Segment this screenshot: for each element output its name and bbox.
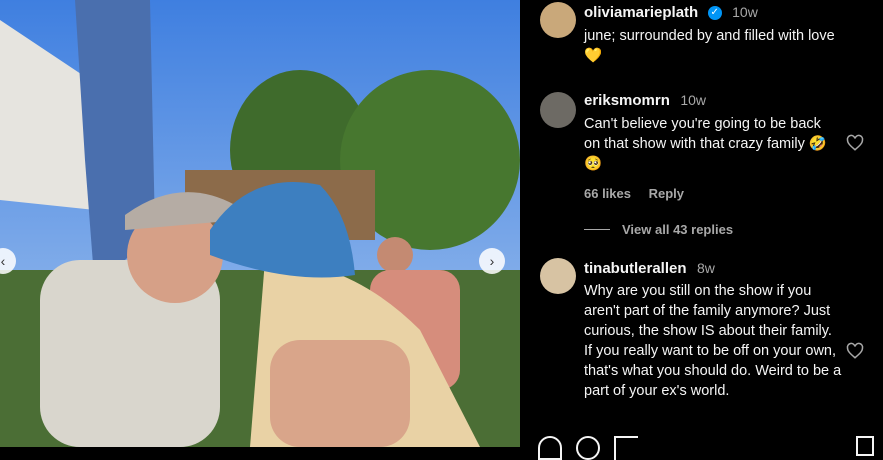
post-time: 10w xyxy=(732,4,758,20)
comment-text: Why are you still on the show if you are… xyxy=(584,283,842,399)
comment-bubble-icon[interactable] xyxy=(576,436,600,460)
comment-username[interactable]: tinabutlerallen xyxy=(584,260,687,277)
chevron-right-icon: › xyxy=(489,253,495,269)
heart-icon[interactable] xyxy=(846,134,864,152)
chevron-left-icon: ‹ xyxy=(0,253,6,269)
avatar[interactable] xyxy=(540,2,576,38)
yellow-heart-emoji: 💛 xyxy=(584,48,603,64)
comment-username[interactable]: eriksmomrn xyxy=(584,92,670,109)
photo-illustration xyxy=(0,0,520,447)
avatar[interactable] xyxy=(540,258,576,294)
share-paper-plane-icon[interactable] xyxy=(614,436,638,460)
comment-text: Can't believe you're going to be back on… xyxy=(584,116,827,172)
reply-button[interactable]: Reply xyxy=(649,186,684,201)
like-heart-icon[interactable] xyxy=(538,436,562,460)
post-caption: june; surrounded by and filled with love… xyxy=(584,28,835,64)
post-actions-bar xyxy=(538,436,638,460)
comments-panel: oliviamarieplath ✓ 10w june; surrounded … xyxy=(520,0,883,460)
post-caption-header: oliviamarieplath ✓ 10w xyxy=(584,4,758,22)
comment-header: eriksmomrn 10w xyxy=(584,92,706,110)
avatar[interactable] xyxy=(540,92,576,128)
post-author[interactable]: oliviamarieplath xyxy=(584,4,698,21)
comment-header: tinabutlerallen 8w xyxy=(584,260,715,278)
view-replies-button[interactable]: View all 43 replies xyxy=(584,222,733,237)
comment-time: 10w xyxy=(680,92,707,108)
heart-icon[interactable] xyxy=(846,342,864,360)
save-bookmark-icon[interactable] xyxy=(856,436,874,456)
comment-time: 8w xyxy=(696,260,715,276)
verified-badge-icon: ✓ xyxy=(707,5,722,20)
next-photo-button[interactable]: › xyxy=(479,248,505,274)
post-photo: ‹ › xyxy=(0,0,520,447)
divider xyxy=(584,229,610,230)
comment-meta: 66 likes Reply xyxy=(584,186,698,201)
comment-likes[interactable]: 66 likes xyxy=(584,186,631,201)
